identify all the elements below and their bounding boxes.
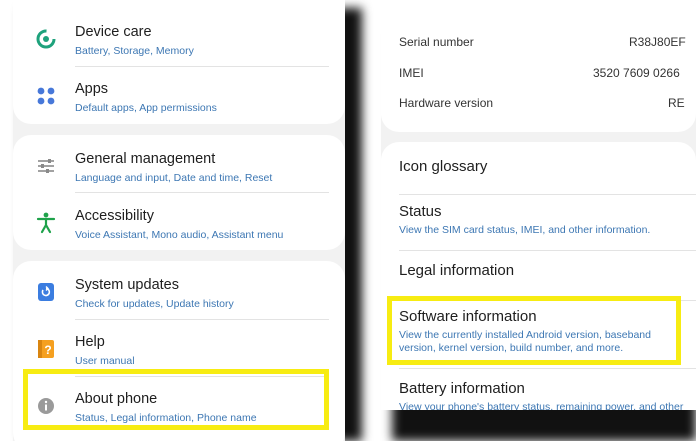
device-care-icon	[35, 28, 57, 50]
settings-item-subtitle: Voice Assistant, Mono audio, Assistant m…	[75, 229, 284, 241]
spec-row-hardware: Hardware version RE	[399, 96, 696, 116]
menu-item-legal-information[interactable]: Legal information	[399, 262, 689, 279]
spec-label: Hardware version	[399, 96, 494, 110]
settings-item-title: Device care	[75, 24, 152, 40]
settings-item-general-management[interactable]: General management Language and input, D…	[13, 137, 345, 194]
spec-row-imei: IMEI 3520 7609 0266	[399, 66, 696, 86]
spec-value: RE	[668, 96, 685, 110]
divider	[399, 368, 696, 369]
menu-item-battery-information[interactable]: Battery information View your phone's ba…	[399, 380, 689, 410]
settings-item-subtitle: Battery, Storage, Memory	[75, 45, 194, 57]
settings-item-subtitle: Check for updates, Update history	[75, 298, 234, 310]
settings-item-title: System updates	[75, 277, 179, 293]
menu-item-title: Battery information	[399, 380, 525, 397]
divider	[75, 192, 329, 193]
settings-item-device-care[interactable]: Device care Battery, Storage, Memory	[13, 10, 345, 67]
settings-group-1: Device care Battery, Storage, Memory App…	[13, 0, 345, 124]
device-specs-card: Serial number R38J80EF IMEI 3520 7609 02…	[381, 22, 696, 132]
settings-item-title: General management	[75, 151, 216, 167]
accessibility-icon	[35, 212, 57, 234]
menu-item-title: Icon glossary	[399, 158, 488, 175]
menu-item-title: Legal information	[399, 262, 515, 279]
settings-item-subtitle: Language and input, Date and time, Reset	[75, 172, 273, 184]
spec-label: Serial number	[399, 35, 474, 49]
system-update-icon	[35, 281, 57, 303]
spec-label: IMEI	[399, 66, 424, 80]
settings-item-apps[interactable]: Apps Default apps, App permissions	[13, 67, 345, 124]
sliders-icon	[35, 155, 57, 177]
menu-item-subtitle: View your phone's battery status, remain…	[399, 401, 684, 410]
divider	[399, 250, 696, 251]
settings-item-title: Help	[75, 334, 105, 350]
menu-item-title: Status	[399, 203, 442, 220]
software-information-highlight	[387, 296, 681, 365]
spec-value: R38J80EF	[629, 35, 686, 49]
spec-row-serial: Serial number R38J80EF	[399, 35, 696, 55]
apps-icon	[35, 85, 57, 107]
settings-group-2: General management Language and input, D…	[13, 135, 345, 250]
divider	[399, 194, 696, 195]
menu-item-status[interactable]: Status View the SIM card status, IMEI, a…	[399, 203, 689, 237]
settings-item-title: Apps	[75, 81, 109, 97]
svg-text:?: ?	[44, 343, 51, 357]
settings-item-subtitle: Default apps, App permissions	[75, 102, 217, 114]
settings-item-subtitle: User manual	[75, 355, 135, 367]
help-icon: ?	[35, 338, 57, 360]
menu-item-icon-glossary[interactable]: Icon glossary	[399, 158, 689, 175]
menu-item-subtitle: View the SIM card status, IMEI, and othe…	[399, 224, 651, 236]
about-phone-highlight	[23, 369, 329, 430]
about-phone-menu-card: Icon glossary Status View the SIM card s…	[381, 142, 696, 410]
settings-item-system-updates[interactable]: System updates Check for updates, Update…	[13, 263, 345, 320]
settings-item-accessibility[interactable]: Accessibility Voice Assistant, Mono audi…	[13, 194, 345, 251]
spec-value: 3520 7609 0266	[593, 66, 680, 80]
settings-item-title: Accessibility	[75, 208, 154, 224]
